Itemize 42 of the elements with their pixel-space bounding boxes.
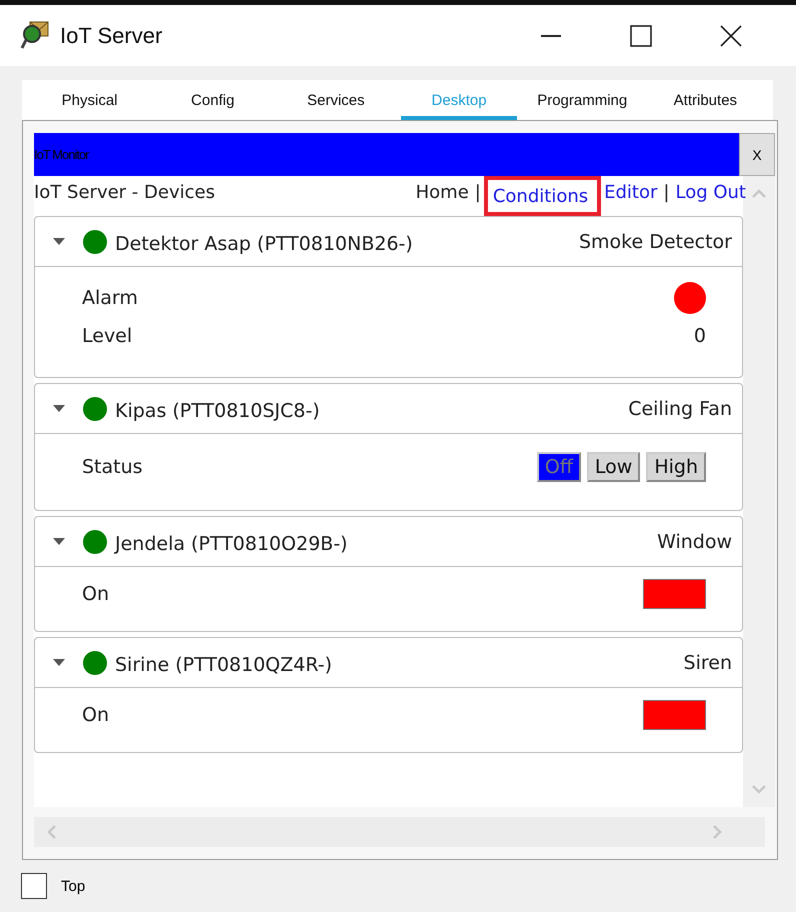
device-type: Ceiling Fan [628,398,732,420]
speed-option-button[interactable]: High [646,452,706,482]
device-type: Siren [684,652,732,674]
caret-icon[interactable] [53,658,65,666]
property-label: Level [82,325,132,347]
device-name: Sirine (PTT0810QZ4R-) [115,654,334,676]
caret-icon[interactable] [53,538,65,546]
nav-link[interactable]: Log Out [675,182,746,202]
maximize-icon[interactable] [630,24,652,46]
device-name: Jendela (PTT0810O29B-) [115,532,349,554]
device-name: Detektor Asap (PTT0810NB26-) [115,232,414,254]
nav-link[interactable]: Conditions [486,179,598,213]
property-label: Status [82,456,143,478]
tab[interactable]: Physical [32,80,148,120]
caret-icon[interactable] [53,238,65,246]
checkbox-label: Top [61,878,86,894]
speed-option-button[interactable]: Low [586,452,640,482]
property-label: Alarm [82,287,138,309]
top-checkbox[interactable] [21,873,47,899]
close-icon[interactable] [720,24,742,46]
device-type: Smoke Detector [578,230,732,252]
device-type: Window [657,530,732,552]
property-label: On [82,704,109,726]
state-toggle[interactable] [643,700,706,730]
minimize-icon[interactable] [541,34,561,36]
state-toggle[interactable] [643,579,706,609]
nav-separator: | [663,182,670,202]
device-name: Kipas (PTT0810SJC8-) [115,400,321,422]
page-title: IoT Server - Devices [34,182,215,202]
nav-separator: | [474,182,481,202]
property-label: On [82,583,109,605]
property-value: 0 [694,325,706,347]
close-button[interactable]: X [739,133,775,176]
nav-link[interactable]: Editor [604,182,658,202]
tab[interactable]: Config [154,80,271,120]
tab[interactable]: Programming [524,80,640,120]
nav-link[interactable]: Home [416,182,469,202]
window-title: IoT Server [60,22,164,48]
tab[interactable]: Services [278,80,394,120]
app-title: IoT Monitor [34,147,89,162]
caret-icon[interactable] [53,404,65,412]
tab[interactable]: Attributes [647,80,764,120]
